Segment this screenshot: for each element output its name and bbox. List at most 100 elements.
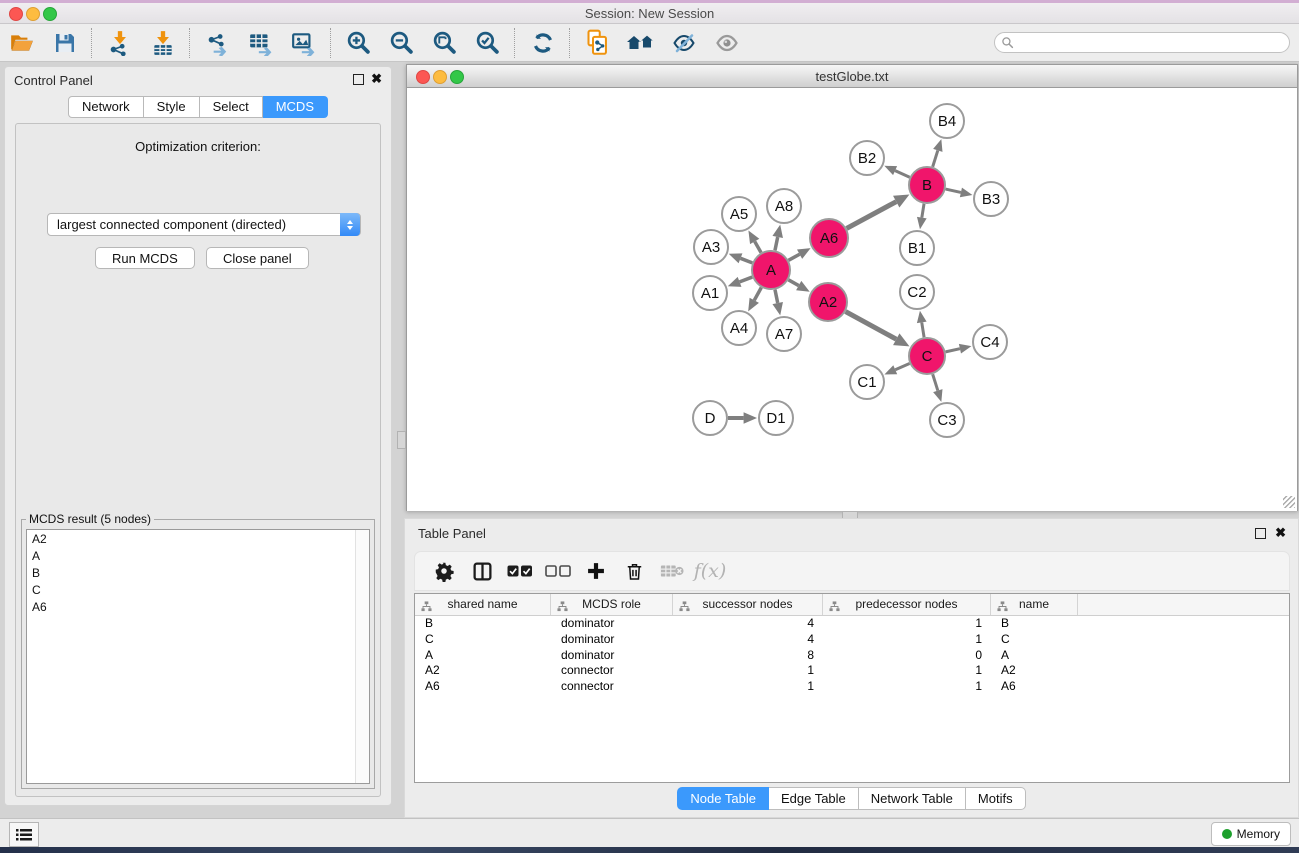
network-canvas[interactable]: A A1 A2 A3 A4 A5 A6 A7 A8 B B1 B2 B3 B4 C C1 C2 C3 C4 D D1 (407, 88, 1297, 511)
search-input[interactable] (994, 32, 1290, 53)
edge-A-A1[interactable] (728, 277, 753, 287)
mcds-result-item[interactable]: A2 (27, 530, 369, 547)
memory-button[interactable]: Memory (1211, 822, 1291, 846)
edge-A6-B[interactable] (847, 195, 910, 229)
export-table-icon[interactable] (239, 27, 282, 59)
delete-columns-icon[interactable] (615, 556, 653, 586)
column-header-predecessor-nodes[interactable]: predecessor nodes (823, 594, 991, 615)
splitter-handle-vertical[interactable] (397, 431, 406, 449)
column-header-MCDS-role[interactable]: MCDS role (551, 594, 673, 615)
network-node-A3[interactable]: A3 (694, 230, 728, 264)
close-table-panel-icon[interactable]: ✖ (1275, 526, 1286, 539)
hide-all-columns-icon[interactable] (539, 556, 577, 586)
network-node-B1[interactable]: B1 (900, 231, 934, 265)
mcds-result-item[interactable]: C (27, 581, 369, 598)
table-row[interactable]: A2connector11A2 (415, 663, 1289, 679)
network-node-A2[interactable]: A2 (809, 283, 847, 321)
tab-mcds[interactable]: MCDS (263, 96, 328, 118)
network-node-C1[interactable]: C1 (850, 365, 884, 399)
table-row[interactable]: Bdominator41B (415, 616, 1289, 632)
task-history-button[interactable] (9, 822, 39, 847)
mcds-result-item[interactable]: A (27, 547, 369, 564)
network-node-A1[interactable]: A1 (693, 276, 727, 310)
edge-A2-C[interactable] (846, 312, 910, 347)
edge-C-C4[interactable] (946, 344, 972, 354)
tab-edge-table[interactable]: Edge Table (769, 787, 859, 810)
edge-A-A5[interactable] (748, 230, 761, 252)
table-row[interactable]: Cdominator41C (415, 632, 1289, 648)
network-window-titlebar[interactable]: testGlobe.txt (407, 65, 1297, 88)
edge-C-C3[interactable] (933, 374, 943, 402)
network-node-A[interactable]: A (752, 251, 790, 289)
save-session-icon[interactable] (43, 27, 86, 59)
edge-B-B4[interactable] (933, 139, 943, 167)
import-table-from-file-icon[interactable] (141, 27, 184, 59)
tab-network-table[interactable]: Network Table (859, 787, 966, 810)
mcds-result-item[interactable]: A6 (27, 598, 369, 615)
network-node-D[interactable]: D (693, 401, 727, 435)
zoom-fit-content-icon[interactable] (423, 27, 466, 59)
tab-motifs[interactable]: Motifs (966, 787, 1026, 810)
column-header-shared-name[interactable]: shared name (415, 594, 551, 615)
zoom-in-icon[interactable] (337, 27, 380, 59)
edge-C-C2[interactable] (917, 311, 927, 337)
table-row[interactable]: Adominator80A (415, 648, 1289, 664)
table-row[interactable]: A6connector11A6 (415, 679, 1289, 695)
edge-A-A6[interactable] (789, 248, 811, 260)
network-node-D1[interactable]: D1 (759, 401, 793, 435)
tab-style[interactable]: Style (144, 96, 200, 118)
edge-A-A2[interactable] (788, 280, 809, 292)
float-panel-icon[interactable] (353, 74, 364, 85)
network-node-C3[interactable]: C3 (930, 403, 964, 437)
network-node-A5[interactable]: A5 (722, 197, 756, 231)
edge-A-A4[interactable] (748, 288, 761, 312)
zoom-selected-region-icon[interactable] (466, 27, 509, 59)
network-graph[interactable]: A A1 A2 A3 A4 A5 A6 A7 A8 B B1 B2 B3 B4 C C1 C2 C3 C4 D D1 (407, 88, 1297, 511)
network-node-C[interactable]: C (909, 338, 945, 374)
split-table-view-icon[interactable] (463, 556, 501, 586)
show-all-columns-icon[interactable] (501, 556, 539, 586)
tab-select[interactable]: Select (200, 96, 263, 118)
export-network-icon[interactable] (196, 27, 239, 59)
column-header-successor-nodes[interactable]: successor nodes (673, 594, 823, 615)
network-node-A6[interactable]: A6 (810, 219, 848, 257)
first-neighbors-icon[interactable] (619, 27, 662, 59)
edge-C-C1[interactable] (884, 364, 909, 375)
network-node-B4[interactable]: B4 (930, 104, 964, 138)
export-image-icon[interactable] (282, 27, 325, 59)
network-node-C2[interactable]: C2 (900, 275, 934, 309)
create-new-column-icon[interactable] (577, 556, 615, 586)
network-node-B[interactable]: B (909, 167, 945, 203)
network-node-A8[interactable]: A8 (767, 189, 801, 223)
network-node-A7[interactable]: A7 (767, 317, 801, 351)
hide-graphics-details-icon[interactable] (662, 27, 705, 59)
edge-A-A7[interactable] (772, 290, 782, 316)
open-session-icon[interactable] (0, 27, 43, 59)
mcds-result-item[interactable]: B (27, 564, 369, 581)
window-resize-grip[interactable] (1283, 496, 1295, 508)
edge-A-A8[interactable] (772, 225, 782, 251)
table-settings-icon[interactable] (425, 556, 463, 586)
import-network-from-file-icon[interactable] (98, 27, 141, 59)
edge-A-A3[interactable] (729, 253, 753, 263)
network-node-B2[interactable]: B2 (850, 141, 884, 175)
tab-network[interactable]: Network (68, 96, 144, 118)
edge-B-B1[interactable] (917, 204, 927, 229)
close-panel-icon[interactable]: ✖ (371, 72, 382, 85)
show-graphics-details-icon[interactable] (705, 27, 748, 59)
zoom-out-icon[interactable] (380, 27, 423, 59)
scrollbar-track[interactable] (355, 530, 369, 783)
tab-node-table[interactable]: Node Table (677, 787, 769, 810)
edge-D-D1[interactable] (728, 412, 757, 424)
network-node-A4[interactable]: A4 (722, 311, 756, 345)
close-panel-button[interactable]: Close panel (206, 247, 309, 269)
run-mcds-button[interactable]: Run MCDS (95, 247, 195, 269)
network-node-B3[interactable]: B3 (974, 182, 1008, 216)
edge-B-B2[interactable] (884, 166, 909, 177)
apply-preferred-layout-icon[interactable] (521, 27, 564, 59)
edge-B-B3[interactable] (946, 188, 973, 198)
column-header-name[interactable]: name (991, 594, 1078, 615)
float-table-panel-icon[interactable] (1255, 528, 1266, 539)
criterion-select[interactable]: largest connected component (directed) (47, 213, 361, 236)
network-node-C4[interactable]: C4 (973, 325, 1007, 359)
